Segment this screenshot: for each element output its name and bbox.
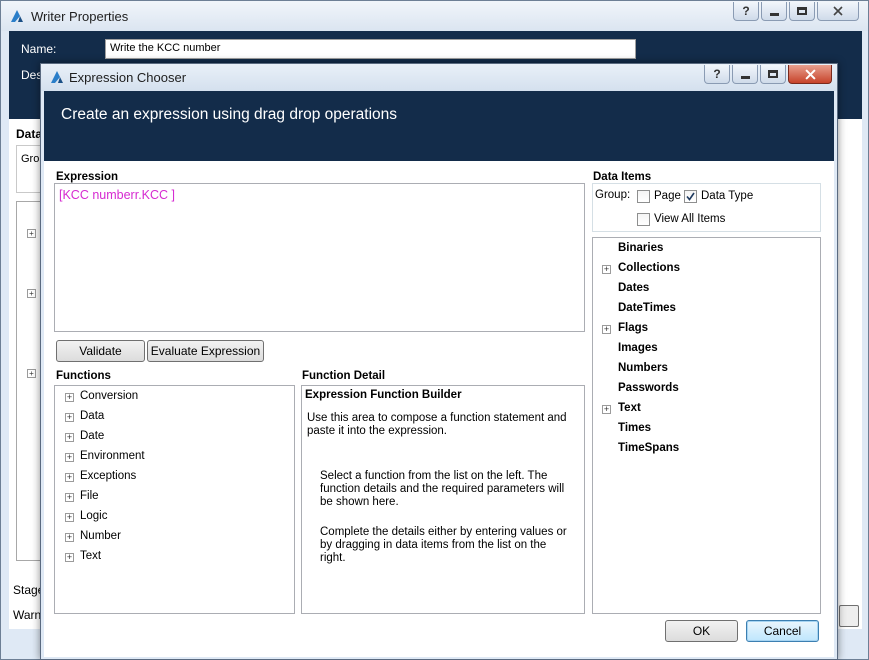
writer-titlebar[interactable]: Writer Properties ?	[1, 1, 868, 31]
view-all-items-checkbox[interactable]	[637, 213, 650, 226]
maximize-icon	[768, 70, 778, 78]
data-type-checkbox-label: Data Type	[701, 190, 754, 202]
data-item-category[interactable]: Collections	[618, 262, 680, 274]
dialog-title: Expression Chooser	[69, 70, 187, 85]
function-category-item[interactable]: Conversion	[80, 390, 138, 402]
plus-expander-icon[interactable]: +	[65, 413, 74, 422]
view-all-items-label: View All Items	[654, 213, 726, 225]
data-item-category[interactable]: Binaries	[618, 242, 663, 254]
page-checkbox[interactable]	[637, 190, 650, 203]
function-detail-label: Function Detail	[302, 370, 386, 382]
writer-minimize-button[interactable]	[761, 2, 787, 21]
help-icon: ?	[713, 67, 721, 81]
dialog-titlebar[interactable]: Expression Chooser ?	[41, 64, 837, 91]
writer-close-button[interactable]	[817, 2, 859, 21]
ok-button[interactable]: OK	[665, 620, 738, 642]
name-label: Name:	[21, 42, 57, 56]
plus-expander-icon[interactable]: +	[65, 493, 74, 502]
group-label: Group:	[595, 189, 631, 201]
plus-expander-icon[interactable]: +	[27, 229, 36, 238]
maximize-icon	[797, 7, 807, 15]
writer-help-button[interactable]: ?	[733, 2, 759, 21]
writer-partial-button[interactable]	[839, 605, 859, 627]
dialog-header: Create an expression using drag drop ope…	[44, 91, 834, 161]
blueprism-logo-icon	[51, 71, 63, 83]
dialog-maximize-button[interactable]	[760, 65, 786, 84]
function-category-item[interactable]: Date	[80, 430, 104, 442]
dialog-close-button[interactable]	[788, 65, 832, 84]
data-item-category[interactable]: TimeSpans	[618, 442, 679, 454]
writer-title: Writer Properties	[31, 9, 129, 24]
warning-label: Warn	[13, 608, 42, 622]
expression-label: Expression	[56, 171, 118, 183]
function-detail-panel[interactable]: Expression Function Builder Use this are…	[301, 385, 585, 614]
data-item-category[interactable]: Flags	[618, 322, 648, 334]
function-category-item[interactable]: File	[80, 490, 99, 502]
data-item-category[interactable]: Numbers	[618, 362, 668, 374]
blueprism-logo-icon	[11, 10, 23, 22]
functions-tree[interactable]: + Conversion + Data + Date + Environment + Except…	[54, 385, 295, 614]
functions-label: Functions	[56, 370, 111, 382]
function-detail-complete-hint: Complete the details either by entering …	[320, 526, 567, 564]
plus-expander-icon[interactable]: +	[602, 325, 611, 334]
writer-maximize-button[interactable]	[789, 2, 815, 21]
plus-expander-icon[interactable]: +	[65, 553, 74, 562]
close-icon	[833, 6, 843, 16]
data-item-category[interactable]: Passwords	[618, 382, 679, 394]
dialog-body: Expression [KCC numberr.KCC ] Validate E…	[44, 161, 834, 657]
plus-expander-icon[interactable]: +	[602, 405, 611, 414]
data-item-category[interactable]: Images	[618, 342, 658, 354]
data-type-checkbox[interactable]	[684, 190, 697, 203]
minimize-icon	[769, 12, 779, 16]
minimize-icon	[740, 75, 750, 79]
expression-chooser-dialog: Expression Chooser ? Create an expressio…	[40, 63, 838, 660]
plus-expander-icon[interactable]: +	[65, 513, 74, 522]
data-item-category[interactable]: Dates	[618, 282, 649, 294]
plus-expander-icon[interactable]: +	[27, 289, 36, 298]
evaluate-expression-button[interactable]: Evaluate Expression	[147, 340, 264, 362]
function-builder-title: Expression Function Builder	[305, 389, 462, 401]
data-items-label: Data Items	[593, 171, 652, 183]
expression-editor[interactable]: [KCC numberr.KCC ]	[54, 183, 585, 332]
data-items-group-box: Group: Page Data Type View All Items	[592, 183, 821, 232]
data-item-category[interactable]: Times	[618, 422, 651, 434]
function-category-item[interactable]: Exceptions	[80, 470, 136, 482]
data-label: Data	[16, 127, 43, 141]
plus-expander-icon[interactable]: +	[65, 453, 74, 462]
plus-expander-icon[interactable]: +	[27, 369, 36, 378]
dialog-help-button[interactable]: ?	[704, 65, 730, 84]
close-icon	[804, 68, 816, 80]
plus-expander-icon[interactable]: +	[65, 433, 74, 442]
function-category-item[interactable]: Logic	[80, 510, 108, 522]
data-items-tree[interactable]: Binaries + Collections Dates DateTimes + Flags…	[592, 237, 821, 614]
name-input[interactable]: Write the KCC number	[105, 39, 636, 59]
page-checkbox-label: Page	[654, 190, 681, 202]
function-category-item[interactable]: Environment	[80, 450, 145, 462]
data-item-category[interactable]: DateTimes	[618, 302, 676, 314]
plus-expander-icon[interactable]: +	[65, 473, 74, 482]
plus-expander-icon[interactable]: +	[65, 533, 74, 542]
cancel-button[interactable]: Cancel	[746, 620, 819, 642]
function-detail-select-hint: Select a function from the list on the l…	[320, 470, 565, 508]
group-label: Gro	[21, 153, 40, 165]
function-category-item[interactable]: Number	[80, 530, 121, 542]
function-category-item[interactable]: Text	[80, 550, 101, 562]
dialog-minimize-button[interactable]	[732, 65, 758, 84]
dialog-header-text: Create an expression using drag drop ope…	[61, 106, 398, 123]
function-detail-intro: Use this area to compose a function stat…	[307, 412, 567, 437]
data-item-category[interactable]: Text	[618, 402, 641, 414]
validate-button[interactable]: Validate	[56, 340, 145, 362]
checkmark-icon	[686, 192, 695, 201]
help-icon: ?	[742, 4, 750, 18]
plus-expander-icon[interactable]: +	[602, 265, 611, 274]
function-category-item[interactable]: Data	[80, 410, 104, 422]
expression-value[interactable]: [KCC numberr.KCC ]	[59, 188, 175, 202]
plus-expander-icon[interactable]: +	[65, 393, 74, 402]
